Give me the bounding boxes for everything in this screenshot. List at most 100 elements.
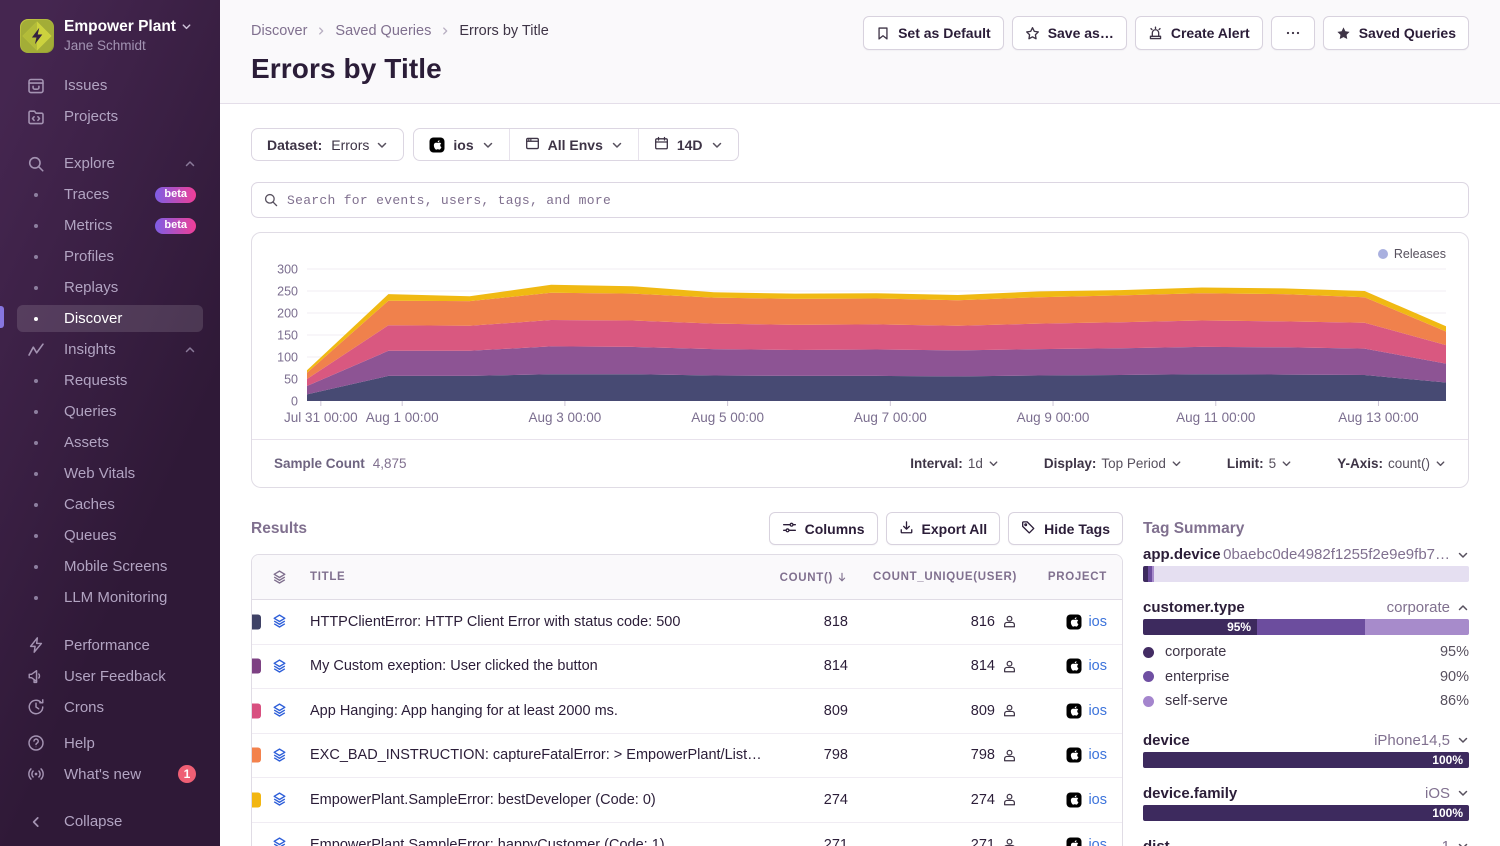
row-title[interactable]: App Hanging: App hanging for at least 20… <box>310 703 765 719</box>
sidebar-group-explore[interactable]: Explore <box>0 148 220 179</box>
sidebar-item-user-feedback[interactable]: User Feedback <box>0 661 220 692</box>
tag-summary-heading: Tag Summary <box>1143 512 1469 546</box>
sidebar-item-traces[interactable]: Traces beta <box>0 179 220 210</box>
sidebar-item-projects[interactable]: Projects <box>0 101 220 132</box>
row-title[interactable]: EmpowerPlant.SampleError: bestDeveloper … <box>310 792 765 808</box>
table-row[interactable]: EXC_BAD_INSTRUCTION: captureFatalError: … <box>252 734 1122 779</box>
table-header-icon-cell <box>252 569 310 586</box>
sidebar-item-mobile-screens[interactable]: Mobile Screens <box>0 551 220 582</box>
series-color-bar <box>252 792 261 807</box>
table-row[interactable]: EmpowerPlant.SampleError: happyCustomer … <box>252 823 1122 846</box>
sidebar-item-caches[interactable]: Caches <box>0 489 220 520</box>
sidebar-collapse-button[interactable]: Collapse <box>0 806 220 837</box>
project-link[interactable]: ios <box>1088 614 1107 630</box>
sidebar-item-replays[interactable]: Replays <box>0 272 220 303</box>
set-as-default-button[interactable]: Set as Default <box>863 16 1004 50</box>
sidebar-item-web-vitals[interactable]: Web Vitals <box>0 458 220 489</box>
tag-value[interactable]: iPhone14,5 <box>1374 732 1469 749</box>
column-header-count-unique[interactable]: COUNT_UNIQUE(USER) <box>848 571 1017 583</box>
environment-filter[interactable]: All Envs <box>510 129 638 160</box>
project-link[interactable]: ios <box>1088 658 1107 674</box>
project-link[interactable]: ios <box>1088 792 1107 808</box>
tag-value[interactable]: 1 <box>1442 838 1469 846</box>
column-header-count[interactable]: COUNT() <box>765 571 848 584</box>
tag-distribution-bar[interactable] <box>1143 566 1469 582</box>
export-all-button[interactable]: Export All <box>886 512 1001 545</box>
row-project[interactable]: ios <box>1017 747 1123 763</box>
columns-button[interactable]: Columns <box>769 512 878 545</box>
table-row[interactable]: App Hanging: App hanging for at least 20… <box>252 689 1122 734</box>
row-project[interactable]: ios <box>1017 703 1123 719</box>
active-item-edge <box>0 306 4 328</box>
sidebar-item-profiles[interactable]: Profiles <box>0 241 220 272</box>
chevron-down-icon <box>988 458 999 469</box>
legend-dot-icon <box>1143 696 1154 707</box>
row-title[interactable]: My Custom exeption: User clicked the but… <box>310 658 765 674</box>
legend-name: self-serve <box>1165 693 1228 709</box>
tag-distribution-bar[interactable]: 100% <box>1143 752 1469 768</box>
bullet-icon <box>16 379 56 383</box>
row-project[interactable]: ios <box>1017 658 1123 674</box>
column-header-project[interactable]: PROJECT <box>1017 571 1123 583</box>
row-project[interactable]: ios <box>1017 837 1123 846</box>
tag-legend-row[interactable]: enterprise 90% <box>1143 665 1469 690</box>
yaxis-value: count() <box>1388 456 1430 471</box>
sidebar-item-llm-monitoring[interactable]: LLM Monitoring <box>0 582 220 613</box>
create-alert-button[interactable]: Create Alert <box>1135 16 1263 50</box>
sidebar-item-label: Web Vitals <box>64 465 196 482</box>
saved-queries-button[interactable]: Saved Queries <box>1323 16 1469 50</box>
interval-control[interactable]: Interval: 1d <box>910 456 999 471</box>
interval-label: Interval: <box>910 456 963 471</box>
row-title[interactable]: HTTPClientError: HTTP Client Error with … <box>310 614 765 630</box>
issues-icon <box>16 77 56 95</box>
tag-value[interactable]: iOS <box>1425 785 1469 802</box>
row-title[interactable]: EmpowerPlant.SampleError: happyCustomer … <box>310 837 765 846</box>
table-row[interactable]: My Custom exeption: User clicked the but… <box>252 645 1122 690</box>
row-project[interactable]: ios <box>1017 792 1123 808</box>
tag-legend-row[interactable]: corporate 95% <box>1143 640 1469 665</box>
sidebar-item-whats-new[interactable]: What's new 1 <box>0 759 220 790</box>
tag-legend-row[interactable]: self-serve 86% <box>1143 689 1469 714</box>
row-project[interactable]: ios <box>1017 614 1123 630</box>
projects-icon <box>16 108 56 126</box>
sidebar-item-queues[interactable]: Queues <box>0 520 220 551</box>
column-header-title[interactable]: TITLE <box>310 571 765 583</box>
sidebar-item-crons[interactable]: Crons <box>0 692 220 723</box>
sidebar-item-queries[interactable]: Queries <box>0 396 220 427</box>
display-control[interactable]: Display: Top Period <box>1044 456 1182 471</box>
sidebar-item-performance[interactable]: Performance <box>0 630 220 661</box>
filter-bar: Dataset: Errors ios All En <box>251 128 1469 161</box>
sidebar-item-assets[interactable]: Assets <box>0 427 220 458</box>
tag-distribution-bar[interactable]: 100% <box>1143 805 1469 821</box>
tag-value[interactable]: 0baebc0de4982f1255f2e9e9fb7… <box>1223 546 1469 563</box>
table-row[interactable]: HTTPClientError: HTTP Client Error with … <box>252 600 1122 645</box>
discover-chart-svg[interactable]: 050100150200250300Jul 31 00:00Aug 1 00:0… <box>252 233 1468 441</box>
project-filter[interactable]: ios <box>414 129 508 160</box>
tag-distribution-bar[interactable]: 95% <box>1143 619 1469 635</box>
project-link[interactable]: ios <box>1088 837 1107 846</box>
series-color-bar <box>252 659 261 674</box>
sidebar-item-issues[interactable]: Issues <box>0 70 220 101</box>
sidebar-item-help[interactable]: Help <box>0 728 220 759</box>
date-range-filter[interactable]: 14D <box>639 129 738 160</box>
breadcrumb-discover[interactable]: Discover <box>251 23 307 39</box>
table-row[interactable]: EmpowerPlant.SampleError: bestDeveloper … <box>252 778 1122 823</box>
sidebar-item-label: Collapse <box>64 813 196 830</box>
project-link[interactable]: ios <box>1088 747 1107 763</box>
more-options-button[interactable] <box>1271 16 1315 50</box>
save-as-button[interactable]: Save as… <box>1012 16 1127 50</box>
sidebar-item-metrics[interactable]: Metrics beta <box>0 210 220 241</box>
hide-tags-button[interactable]: Hide Tags <box>1008 512 1123 545</box>
tag-value[interactable]: corporate <box>1387 599 1469 616</box>
org-switcher[interactable]: Empower Plant Jane Schmidt <box>0 0 220 55</box>
yaxis-control[interactable]: Y-Axis: count() <box>1337 456 1446 471</box>
limit-control[interactable]: Limit: 5 <box>1227 456 1292 471</box>
sidebar-item-requests[interactable]: Requests <box>0 365 220 396</box>
row-title[interactable]: EXC_BAD_INSTRUCTION: captureFatalError: … <box>310 747 765 763</box>
sidebar-item-discover[interactable]: Discover <box>0 303 220 334</box>
sidebar-group-insights[interactable]: Insights <box>0 334 220 365</box>
dataset-selector[interactable]: Dataset: Errors <box>251 128 404 161</box>
search-input[interactable] <box>287 193 1456 208</box>
project-link[interactable]: ios <box>1088 703 1107 719</box>
breadcrumb-saved-queries[interactable]: Saved Queries <box>335 23 431 39</box>
